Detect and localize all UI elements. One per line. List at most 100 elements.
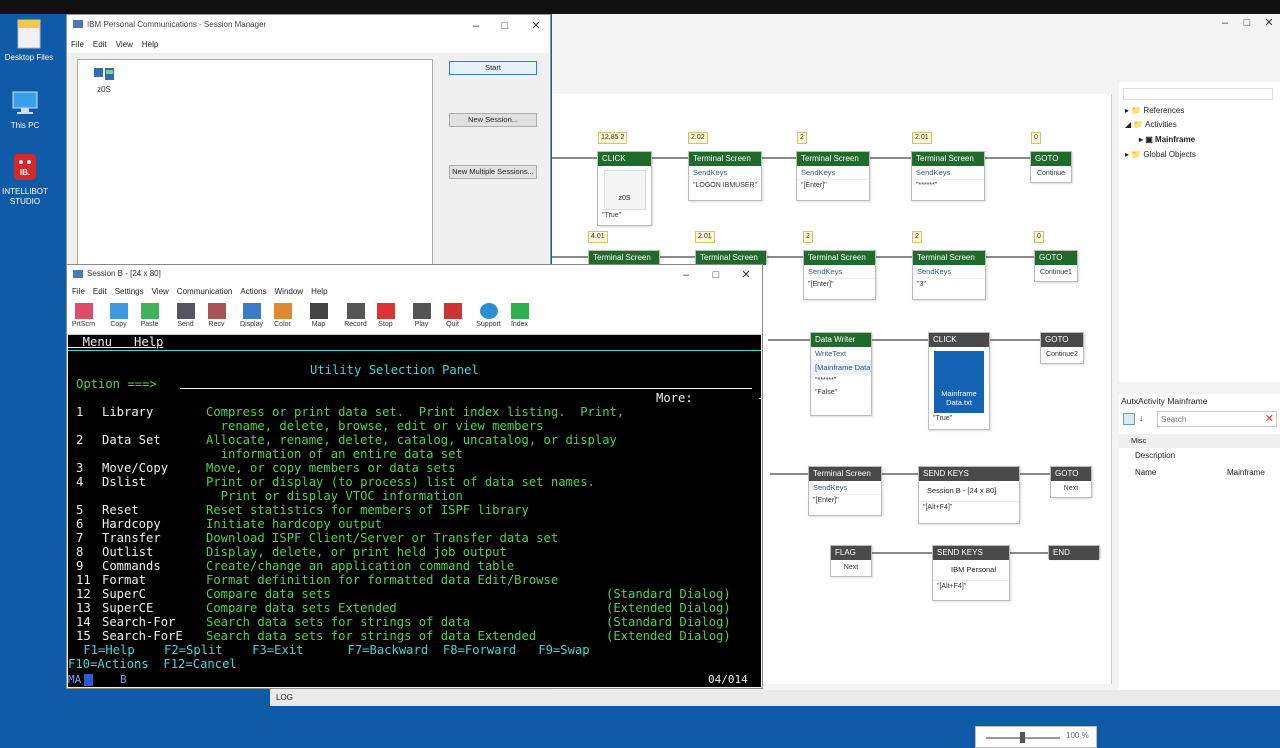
menu-view[interactable]: View [116, 40, 133, 49]
tree-search-input[interactable] [1123, 88, 1273, 100]
properties-search[interactable]: ✕ [1157, 411, 1277, 427]
option-row[interactable]: 7 Transfer Download ISPF Client/Server or… [76, 531, 558, 545]
option-row[interactable]: 6 Hardcopy Initiate hardcopy output [76, 517, 382, 531]
tool-play[interactable]: Play [405, 299, 438, 333]
option-row[interactable]: 13 SuperCE Compare data sets Extended (Exte… [76, 601, 731, 615]
terminal-screen-node[interactable]: Terminal Screen SendKeys "[Enter]" [796, 151, 870, 201]
tool-quit[interactable]: Quit [436, 299, 469, 333]
terminal-screen-node[interactable]: Terminal Screen SendKeys "[Enter]" [803, 250, 876, 300]
menu-window[interactable]: Window [275, 287, 303, 296]
menu-settings[interactable]: Settings [115, 287, 144, 296]
desktop-icon-this-pc[interactable]: This PC [0, 86, 54, 131]
tool-stop[interactable]: Stop [369, 299, 402, 333]
option-row[interactable]: 1 Library Compress or print data set. Pri… [76, 405, 624, 419]
properties-subject: Mainframe [1167, 396, 1208, 406]
desktop-icon-intellibot[interactable]: IB. INTELLIBOT STUDIO [0, 152, 54, 207]
option-name: Transfer [102, 531, 161, 545]
maximize-icon[interactable]: □ [494, 17, 516, 35]
option-row[interactable]: 4 Dslist Print or display (to process) li… [76, 475, 595, 489]
tool-record[interactable]: Record [339, 299, 372, 333]
menu-edit[interactable]: Edit [93, 287, 107, 296]
menu-file[interactable]: File [72, 287, 85, 296]
tree-item-mainframe[interactable]: ▸ ▣ Mainframe [1139, 133, 1195, 147]
categorized-icon[interactable] [1123, 413, 1135, 425]
close-icon[interactable]: ✕ [1258, 14, 1280, 32]
terminal-screen-node[interactable]: Terminal Screen SendKeys "******" [911, 151, 985, 201]
menu-view[interactable]: View [152, 287, 169, 296]
tool-recv[interactable]: Recv [200, 299, 233, 333]
tool-index[interactable]: Index [503, 299, 536, 333]
flag-node[interactable]: FLAG Next [830, 545, 872, 577]
option-row[interactable]: 5 Reset Reset statistics for members of I… [76, 503, 529, 517]
click-node[interactable]: CLICK Mainframe Data.txt "True" [928, 332, 990, 430]
terminal-screen-node[interactable]: Terminal Screen [695, 250, 767, 265]
start-button[interactable]: Start [449, 61, 537, 75]
option-row[interactable]: 3 Move/Copy Move, or copy members or data… [76, 461, 455, 475]
menu-help[interactable]: Help [142, 40, 158, 49]
maximize-icon[interactable]: □ [1236, 14, 1258, 32]
log-bar[interactable] [552, 690, 1280, 706]
new-session-button[interactable]: New Session... [449, 113, 537, 127]
desktop-icon-label: INTELLIBOT STUDIO [2, 187, 48, 206]
menu-actions[interactable]: Actions [240, 287, 266, 296]
data-writer-node[interactable]: Data Writer WriteText [Mainframe Data] "… [810, 332, 872, 416]
minimize-icon[interactable]: – [465, 17, 487, 35]
node-value: "******" [916, 182, 938, 189]
tool-display[interactable]: Display [235, 299, 268, 333]
tool-copy[interactable]: Copy [102, 299, 135, 333]
tool-color[interactable]: Color [266, 299, 299, 333]
option-row[interactable]: 2 Data Set Allocate, rename, delete, cata… [76, 433, 617, 447]
log-tab[interactable]: LOG [270, 689, 552, 706]
sort-alpha-icon[interactable]: ↓ [1139, 413, 1144, 423]
close-icon[interactable]: ✕ [735, 266, 757, 284]
session-item-zos[interactable]: z0S [92, 66, 116, 94]
option-row[interactable]: 15 Search-ForE Search data sets for string… [76, 629, 731, 643]
terminal-screen-node[interactable]: Terminal Screen SendKeys "LOGON IBMUSER" [688, 151, 762, 201]
goto-node[interactable]: GOTO Next [1050, 466, 1092, 498]
tool-send[interactable]: Send [169, 299, 202, 333]
send-keys-node[interactable]: SEND KEYS Session B - [24 x 80] "[Alt+F4… [918, 466, 1020, 524]
tree-item-activities[interactable]: ◢ 📁 Activities [1125, 118, 1177, 132]
option-row[interactable]: 8 Outlist Display, delete, or print held … [76, 545, 507, 559]
goto-node[interactable]: GOTO Continue1 [1034, 250, 1078, 282]
menu-communication[interactable]: Communication [177, 287, 233, 296]
terminal-screen-node[interactable]: Terminal Screen SendKeys "[Enter]" [808, 466, 882, 516]
menu-help[interactable]: Help [311, 287, 327, 296]
click-node[interactable]: CLICK z0S "True" [597, 151, 652, 226]
terminal-screen-node[interactable]: Terminal Screen [588, 250, 660, 265]
minimize-icon[interactable]: – [1214, 14, 1236, 32]
maximize-icon[interactable]: □ [705, 266, 727, 284]
properties-search-input[interactable] [1158, 412, 1258, 426]
desktop-icon-files[interactable]: Desktop Files [0, 18, 58, 63]
tree-item-global-objects[interactable]: ▸ 📁 Global Objects [1125, 148, 1196, 162]
end-node[interactable]: END [1048, 545, 1100, 560]
close-icon[interactable]: ✕ [525, 17, 547, 35]
new-multiple-sessions-button[interactable]: New Multiple Sessions... [449, 165, 537, 179]
zoom-slider-thumb[interactable] [1020, 732, 1025, 743]
menu-edit[interactable]: Edit [93, 40, 107, 49]
zoom-control[interactable]: 100 % [975, 726, 1097, 748]
property-value[interactable]: Mainframe [1227, 468, 1265, 477]
tool-map[interactable]: Map [302, 299, 335, 333]
terminal-screen-node[interactable]: Terminal Screen SendKeys "3" [912, 250, 986, 300]
goto-node[interactable]: GOTO Continue2 [1040, 332, 1084, 364]
minimize-icon[interactable]: – [675, 266, 697, 284]
tool-prtscrn[interactable]: PrtScrn [67, 299, 100, 333]
tool-paste[interactable]: Paste [133, 299, 166, 333]
pf-keys-line-1[interactable]: F1=Help F2=Split F3=Exit F7=Backward F8=… [76, 643, 589, 657]
tree-item-references[interactable]: ▸ 📁 References [1125, 104, 1184, 118]
pf-keys-line-2[interactable]: F10=Actions F12=Cancel [68, 657, 237, 671]
option-row[interactable]: 11 Format Format definition for formatted … [76, 573, 558, 587]
clear-search-icon[interactable]: ✕ [1265, 412, 1274, 425]
option-description: Print or display (to process) list of da… [206, 475, 595, 489]
goto-node[interactable]: GOTO Continue [1030, 151, 1072, 183]
tool-support[interactable]: Support [472, 299, 505, 333]
menu-file[interactable]: File [71, 40, 84, 49]
send-keys-node[interactable]: SEND KEYS IBM Personal "[Alt+F4]" [932, 545, 1010, 601]
option-row[interactable]: 14 Search-For Search data sets for strings… [76, 615, 731, 629]
terminal-menu-bar[interactable]: Menu Help [68, 335, 164, 349]
option-input[interactable] [180, 388, 752, 389]
option-row[interactable]: 9 Commands Create/change an application c… [76, 559, 514, 573]
terminal-screen[interactable]: Menu Help Utility Selection Panel Option… [68, 335, 761, 673]
option-row[interactable]: 12 SuperC Compare data sets (Standard Dialo… [76, 587, 731, 601]
